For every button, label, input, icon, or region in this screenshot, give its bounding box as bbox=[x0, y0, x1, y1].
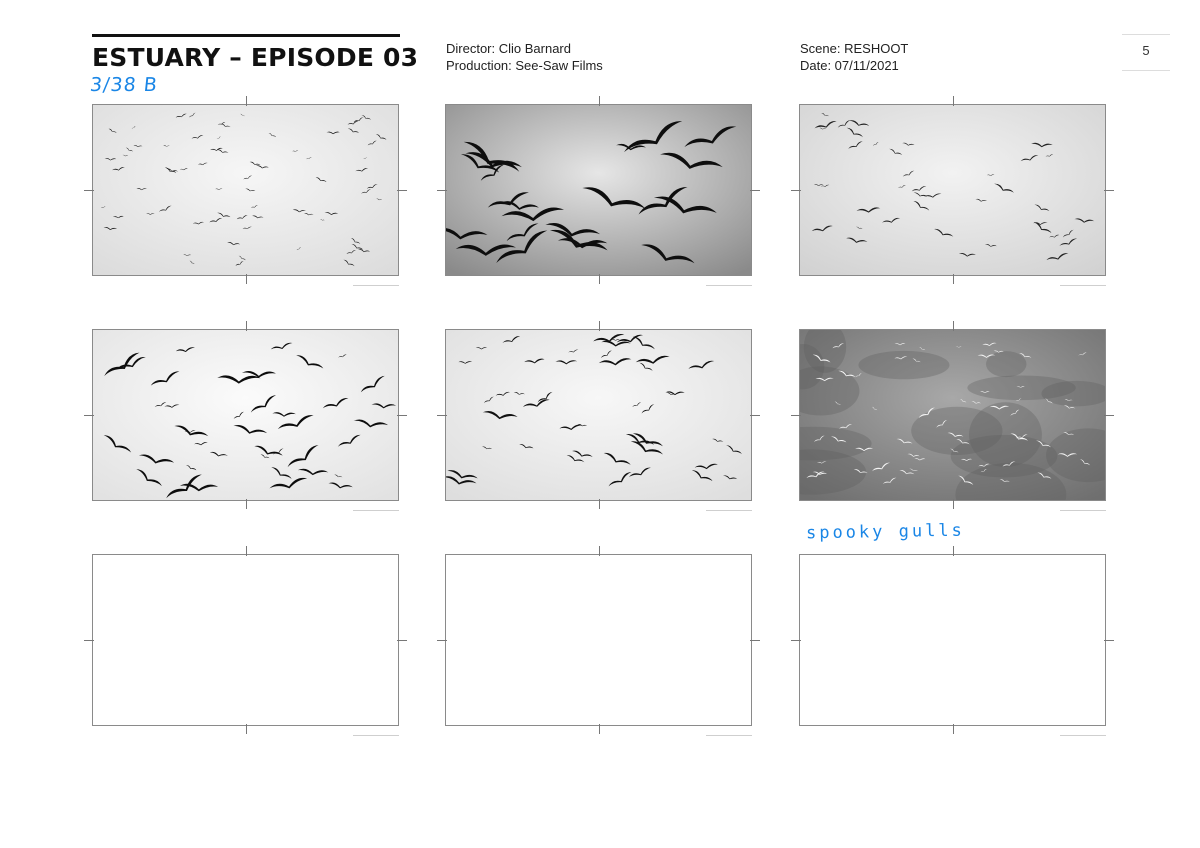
guide-mark bbox=[397, 640, 407, 641]
guide-mark bbox=[598, 321, 600, 331]
guide-mark bbox=[952, 321, 954, 331]
guide-mark bbox=[84, 415, 94, 416]
gull-flock-ink-sketch bbox=[93, 330, 398, 500]
guide-mark bbox=[952, 546, 954, 556]
sky-shade-mark bbox=[969, 402, 1042, 468]
guide-mark bbox=[952, 96, 954, 106]
date-label: Date: 07/11/2021 bbox=[800, 58, 899, 73]
storyboard-panel-1-distant-flock-sketch[interactable] bbox=[92, 104, 399, 276]
guide-mark bbox=[791, 640, 801, 641]
guide-mark bbox=[750, 415, 760, 416]
sky-shade-mark bbox=[967, 375, 1076, 401]
sky-shade-mark bbox=[858, 350, 950, 380]
guide-mark bbox=[1104, 190, 1114, 191]
guide-mark bbox=[353, 285, 399, 286]
storyboard-panel-2-close-gulls-sketch[interactable] bbox=[445, 104, 752, 276]
guide-mark bbox=[437, 190, 447, 191]
storyboard-panel-3-gulls-wide-sketch[interactable] bbox=[799, 104, 1106, 276]
guide-mark bbox=[84, 190, 94, 191]
title-rule bbox=[92, 34, 400, 37]
guide-mark bbox=[437, 415, 447, 416]
guide-mark bbox=[397, 190, 407, 191]
storyboard-panel-4-gull-flock-ink-sketch[interactable] bbox=[92, 329, 399, 501]
distant-flock-sketch bbox=[93, 105, 398, 275]
storyboard-panel-9[interactable] bbox=[799, 554, 1106, 726]
close-gulls-sketch bbox=[446, 105, 751, 275]
guide-mark bbox=[245, 546, 247, 556]
guide-mark bbox=[353, 735, 399, 736]
storyboard-panel-7[interactable] bbox=[92, 554, 399, 726]
guide-mark bbox=[353, 510, 399, 511]
production-label: Production: See-Saw Films bbox=[446, 58, 603, 73]
guide-mark bbox=[245, 321, 247, 331]
guide-mark bbox=[952, 499, 954, 509]
storyboard-panel-8[interactable] bbox=[445, 554, 752, 726]
shot-number-annotation: 3/38 B bbox=[88, 74, 159, 96]
guide-mark bbox=[706, 510, 752, 511]
guide-mark bbox=[706, 735, 752, 736]
storyboard-panel-5-gull-flock-sky-sketch[interactable] bbox=[445, 329, 752, 501]
guide-mark bbox=[598, 724, 600, 734]
page-number: 5 bbox=[1142, 43, 1150, 58]
page-title: ESTUARY – EPISODE 03 bbox=[92, 43, 419, 72]
guide-mark bbox=[245, 499, 247, 509]
guide-mark bbox=[952, 724, 954, 734]
guide-mark bbox=[1104, 415, 1114, 416]
panel-note-annotation: spooky gulls bbox=[805, 520, 965, 544]
guide-mark bbox=[84, 640, 94, 641]
guide-mark bbox=[437, 640, 447, 641]
gull-flock-sky-sketch bbox=[446, 330, 751, 500]
guide-mark bbox=[245, 96, 247, 106]
guide-mark bbox=[791, 190, 801, 191]
guide-mark bbox=[598, 274, 600, 284]
guide-mark bbox=[1060, 510, 1106, 511]
guide-mark bbox=[750, 190, 760, 191]
gulls-wide-sketch bbox=[800, 105, 1105, 275]
storyboard-panel-6-white-gulls-dark-sky-sketch[interactable] bbox=[799, 329, 1106, 501]
guide-mark bbox=[598, 499, 600, 509]
director-label: Director: Clio Barnard bbox=[446, 41, 571, 56]
white-gulls-dark-sky-sketch bbox=[800, 330, 1105, 500]
guide-mark bbox=[598, 96, 600, 106]
guide-mark bbox=[245, 274, 247, 284]
guide-mark bbox=[1060, 735, 1106, 736]
scene-label: Scene: RESHOOT bbox=[800, 41, 909, 56]
guide-mark bbox=[706, 285, 752, 286]
guide-mark bbox=[1104, 640, 1114, 641]
guide-mark bbox=[245, 724, 247, 734]
guide-mark bbox=[598, 546, 600, 556]
guide-mark bbox=[791, 415, 801, 416]
guide-mark bbox=[1060, 285, 1106, 286]
guide-mark bbox=[952, 274, 954, 284]
guide-mark bbox=[397, 415, 407, 416]
guide-mark bbox=[750, 640, 760, 641]
